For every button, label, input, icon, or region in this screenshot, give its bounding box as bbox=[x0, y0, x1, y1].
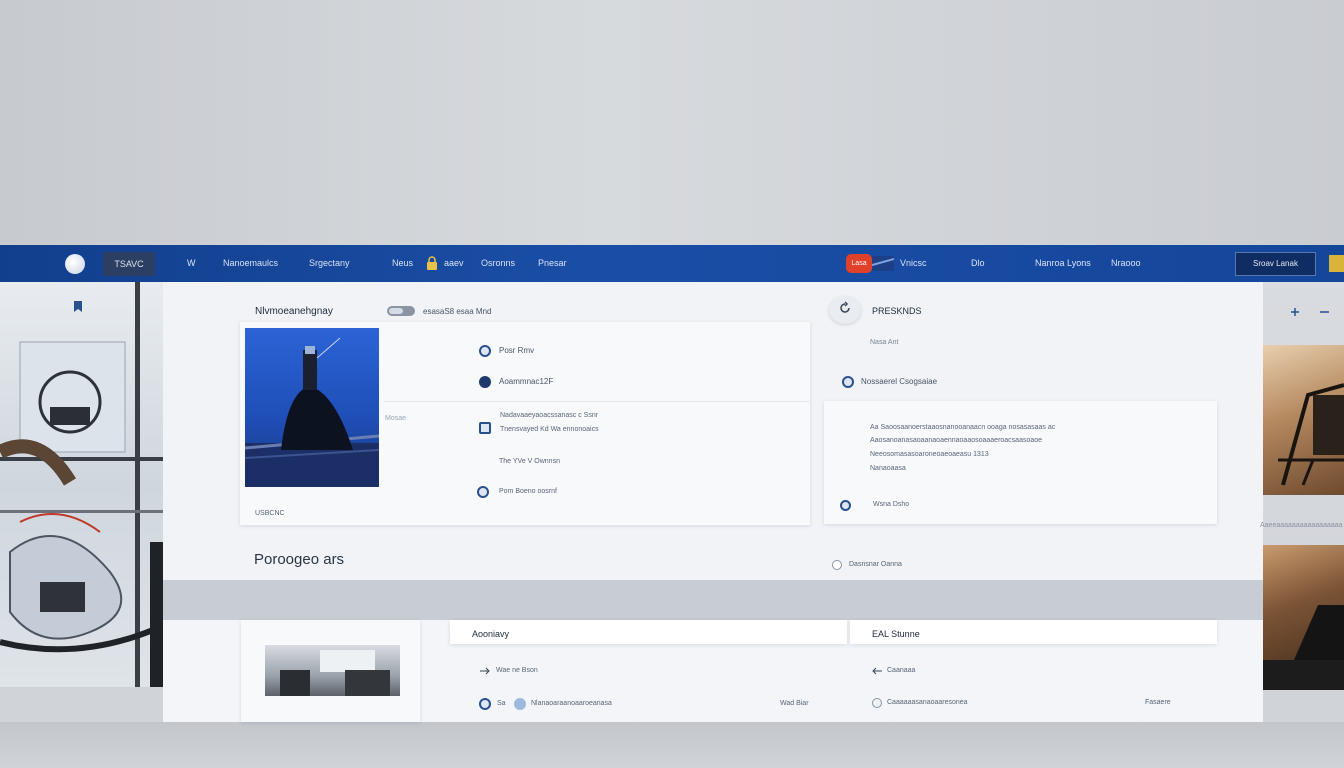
details-line-3: Neeosomasasoaroneoaeoaeasu 1313 bbox=[870, 451, 989, 458]
nav-link-b[interactable]: Nraooo bbox=[1111, 258, 1141, 268]
accent-tab[interactable] bbox=[1329, 255, 1344, 272]
left-hero-photo bbox=[0, 282, 163, 687]
radio-icon[interactable] bbox=[832, 560, 842, 570]
product-divider bbox=[384, 401, 809, 402]
right-rail-photo-1[interactable] bbox=[1263, 345, 1344, 495]
clock-small-icon bbox=[872, 698, 882, 708]
bookmark-icon[interactable] bbox=[73, 300, 83, 313]
status-dot-icon bbox=[514, 698, 526, 710]
product-photo bbox=[245, 328, 379, 487]
lower-left-title: Aooniavy bbox=[472, 629, 510, 639]
arrow-icon bbox=[480, 667, 490, 675]
product-spec-6[interactable]: Pom Boeno oosrnf bbox=[499, 488, 557, 495]
nav-region[interactable]: Vnicsc bbox=[900, 258, 927, 268]
top-navbar: TSAVC W Nanoemaulcs Srgectany Neus aaev … bbox=[0, 245, 1344, 282]
chair-illustration bbox=[1278, 383, 1344, 486]
nav-item-4[interactable]: Neus bbox=[392, 258, 413, 268]
nav-item-2[interactable]: Nanoemaulcs bbox=[223, 258, 278, 268]
right-rail-caption: Aaeeaaaaaaaaaaaaaaaaa bbox=[1260, 522, 1343, 529]
lower-right-row[interactable]: Caaaaaasanaoaaresonea bbox=[887, 699, 968, 706]
expand-icon[interactable] bbox=[1290, 307, 1300, 317]
nav-item-3[interactable]: Srgectany bbox=[309, 258, 350, 268]
lower-left-row-right[interactable]: Wad Biar bbox=[780, 700, 809, 707]
product-side-tag: Mosae bbox=[385, 415, 407, 422]
details-item[interactable]: Nossaerel Csogsaiae bbox=[861, 377, 937, 386]
globe-icon bbox=[479, 345, 491, 357]
info-icon bbox=[842, 376, 854, 388]
product-spec-3: Nadavaaeyaoacssanasc c Ssnr bbox=[500, 412, 599, 419]
details-line-1: Aa Saoosaanoerstaaosnanooanaacn ooaga no… bbox=[870, 424, 1056, 431]
lower-right-sub[interactable]: Caanaaa bbox=[887, 667, 915, 674]
details-title: PRESKNDS bbox=[872, 306, 922, 316]
details-footer[interactable]: Wsna Dsho bbox=[873, 501, 909, 508]
details-line-4: Nanaoaasa bbox=[870, 465, 906, 472]
product-caption: USBCNC bbox=[255, 510, 285, 517]
refresh-icon bbox=[840, 301, 850, 313]
product-image bbox=[245, 337, 379, 487]
details-line-2: Aaosanoanasaoaanaoaennaoaaosoaaaeroacsaa… bbox=[870, 437, 1043, 444]
user-icon bbox=[840, 500, 851, 511]
details-subtitle: Nasa Ant bbox=[870, 339, 899, 346]
nav-item-6[interactable]: Osronns bbox=[481, 258, 515, 268]
view-toggle[interactable] bbox=[387, 306, 415, 316]
nav-link-a[interactable]: Nanroa Lyons bbox=[1035, 258, 1091, 268]
nav-item-7[interactable]: Pnesar bbox=[538, 258, 567, 268]
lower-right-row-right[interactable]: Fasaere bbox=[1145, 699, 1171, 706]
nav-home-button[interactable]: TSAVC bbox=[103, 252, 155, 276]
product-spec-5[interactable]: The YVe V Ownnsn bbox=[499, 458, 560, 465]
arrow-left-icon bbox=[872, 667, 882, 675]
minimize-icon[interactable] bbox=[1320, 310, 1329, 314]
room-photo[interactable] bbox=[265, 645, 400, 696]
section-title: Poroogeo ars bbox=[254, 551, 345, 568]
nav-language[interactable]: Dlo bbox=[971, 258, 985, 268]
notification-badge[interactable]: Lasa bbox=[846, 254, 872, 273]
section-aside[interactable]: Dasnsnar Oanna bbox=[849, 561, 902, 568]
product-spec-2[interactable]: Aoammnac12F bbox=[499, 377, 553, 386]
lower-right-title: EAL Stunne bbox=[872, 629, 920, 639]
clock-icon bbox=[479, 376, 491, 388]
product-spec-4[interactable]: Tnensvayed Kd Wa ennonoaics bbox=[500, 426, 599, 433]
product-spec-1[interactable]: Posr Rmv bbox=[499, 346, 534, 355]
product-heading: Nlvmoeanehgnay bbox=[255, 306, 333, 317]
lower-left-row[interactable]: Nlanaoaraanoaaroeanasa bbox=[531, 700, 612, 707]
lock-icon bbox=[427, 256, 437, 270]
nav-item-5[interactable]: aaev bbox=[444, 258, 464, 268]
page-backdrop bbox=[0, 0, 1344, 245]
furniture-illustration bbox=[1263, 605, 1344, 690]
machinery-illustration bbox=[0, 282, 163, 687]
lower-left-header bbox=[450, 620, 847, 644]
flag-icon bbox=[872, 256, 894, 271]
room-illustration bbox=[280, 650, 390, 696]
link-icon bbox=[479, 698, 491, 710]
logo-icon[interactable] bbox=[65, 254, 85, 274]
lower-left-sub[interactable]: Wae ne Bson bbox=[496, 667, 538, 674]
document-icon bbox=[479, 422, 491, 434]
nav-cta-button[interactable]: Sroav Lanak bbox=[1235, 252, 1316, 276]
page-backdrop-bottom bbox=[0, 722, 1344, 768]
nav-item-1[interactable]: W bbox=[187, 258, 196, 268]
section-band bbox=[163, 580, 1263, 620]
camera-icon bbox=[477, 486, 489, 498]
lower-left-row-prefix: Sa bbox=[497, 700, 506, 707]
right-rail-photo-2[interactable] bbox=[1263, 545, 1344, 690]
toggle-label: esasaS8 esaa Mnd bbox=[423, 307, 492, 316]
